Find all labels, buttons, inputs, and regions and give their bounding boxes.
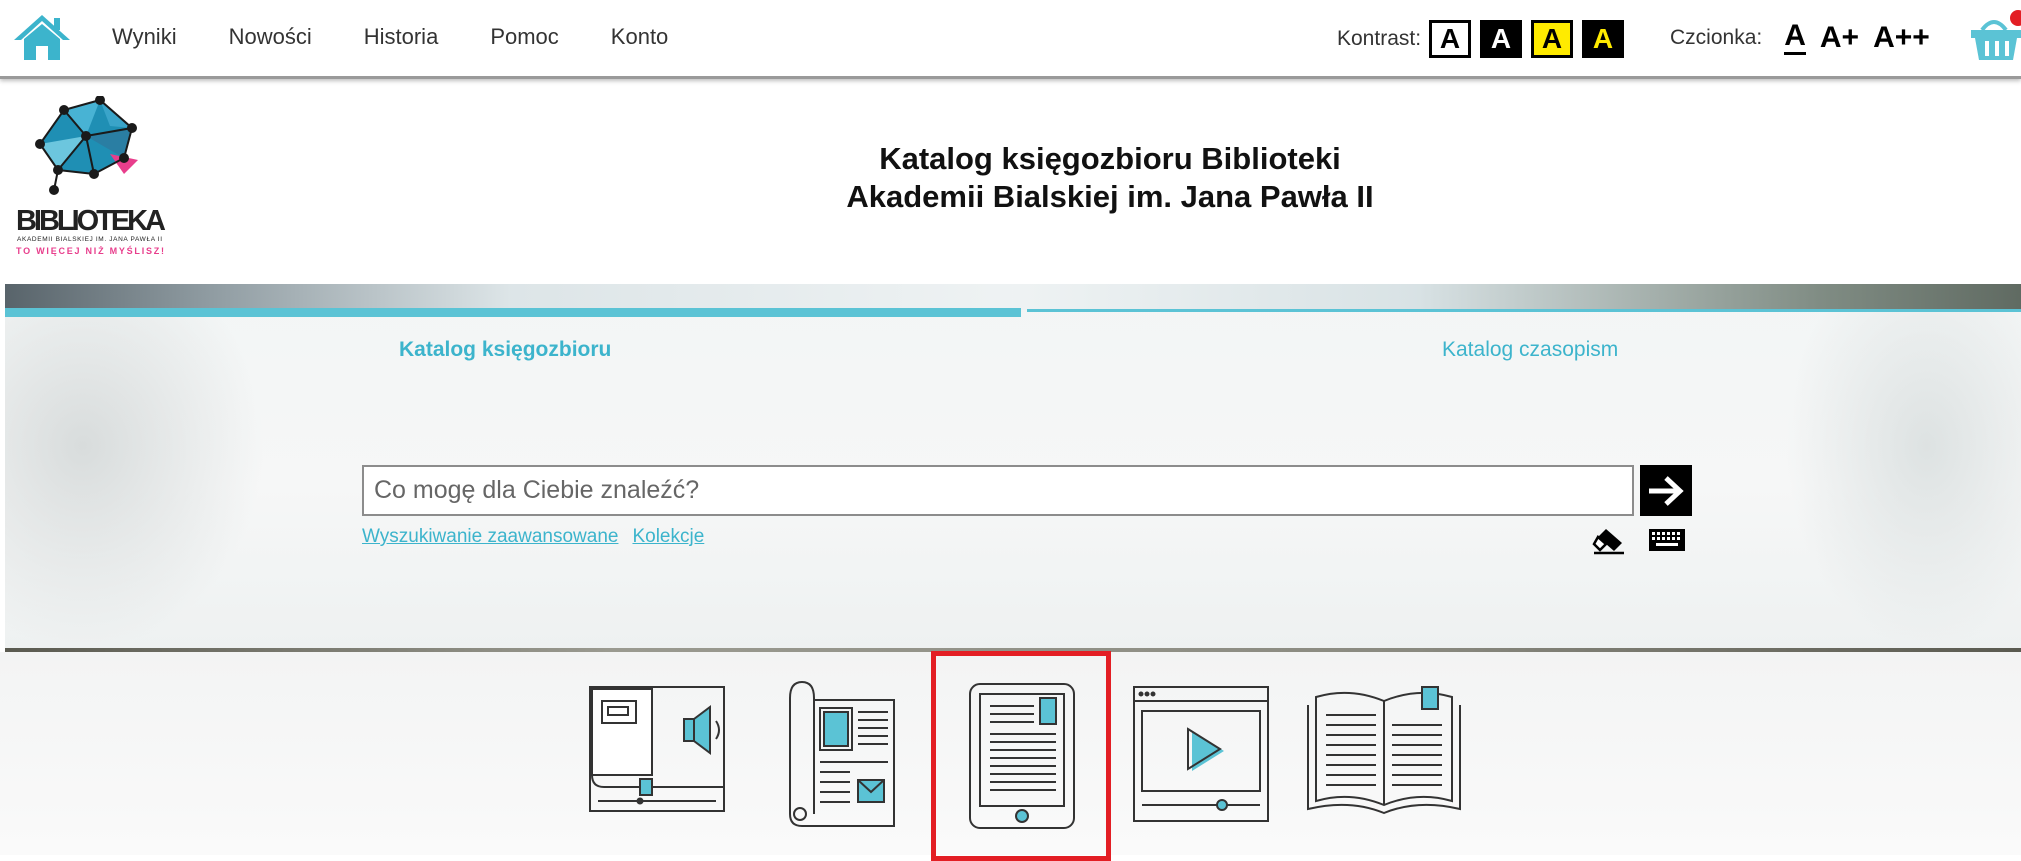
contrast-switcher: Kontrast: A A A A xyxy=(1337,20,1633,58)
collections-link[interactable]: Kolekcje xyxy=(632,526,704,547)
nav-item-konto[interactable]: Konto xyxy=(611,24,669,50)
search-button[interactable] xyxy=(1640,465,1692,516)
audiobook-icon[interactable] xyxy=(588,683,730,825)
tab-katalog-czasopism[interactable]: Katalog czasopism xyxy=(1442,338,1618,362)
page-title: Katalog księgozbioru Biblioteki Akademii… xyxy=(700,140,1520,216)
video-icon[interactable] xyxy=(1132,685,1272,825)
page-title-line2: Akademii Bialskiej im. Jana Pawła II xyxy=(846,179,1374,214)
home-icon[interactable] xyxy=(12,12,72,62)
font-size-xlarge-button[interactable]: A++ xyxy=(1873,21,1930,55)
contrast-black-white-button[interactable]: A xyxy=(1480,20,1523,58)
background-blur-left xyxy=(5,310,265,650)
contrast-black-yellow-button[interactable]: A xyxy=(1582,20,1625,58)
eraser-icon[interactable] xyxy=(1592,527,1626,555)
magazine-icon[interactable] xyxy=(780,680,900,828)
nav-item-wyniki[interactable]: Wyniki xyxy=(112,24,177,50)
decorative-banner xyxy=(5,284,2021,310)
search-links: Wyszukiwanie zaawansowane Kolekcje xyxy=(362,526,718,548)
top-navigation-bar: Wyniki Nowości Historia Pomoc Konto Kont… xyxy=(0,0,2021,79)
basket-icon[interactable] xyxy=(1968,10,2021,65)
page-title-line1: Katalog księgozbioru Biblioteki xyxy=(879,141,1341,176)
selected-type-highlight xyxy=(931,651,1111,861)
font-size-normal-button[interactable]: A xyxy=(1784,20,1806,55)
nav-item-nowosci[interactable]: Nowości xyxy=(229,24,312,50)
keyboard-icon[interactable] xyxy=(1648,527,1686,553)
contrast-label: Kontrast: xyxy=(1337,27,1422,50)
nav-item-pomoc[interactable]: Pomoc xyxy=(490,24,558,50)
contrast-yellow-black-button[interactable]: A xyxy=(1531,20,1574,58)
main-nav: Wyniki Nowości Historia Pomoc Konto xyxy=(112,24,668,50)
tab-indicator-active xyxy=(5,308,1021,317)
logo-subtitle: AKADEMII BIALSKIEJ IM. JANA PAWŁA II xyxy=(17,236,162,243)
background-blur-right xyxy=(1785,310,2021,650)
font-size-switcher: Czcionka: A A+ A++ xyxy=(1670,20,1930,55)
font-size-large-button[interactable]: A+ xyxy=(1820,21,1859,55)
book-icon[interactable] xyxy=(1306,683,1462,817)
logo-tagline: TO WIĘCEJ NIŻ MYŚLISZ! xyxy=(16,245,164,256)
arrow-right-icon xyxy=(1649,475,1684,506)
font-size-label: Czcionka: xyxy=(1670,25,1763,49)
contrast-default-button[interactable]: A xyxy=(1429,20,1472,58)
tab-indicator xyxy=(1027,309,2021,312)
nav-item-historia[interactable]: Historia xyxy=(364,24,439,50)
library-logo[interactable]: BIBLIOTEKA AKADEMII BIALSKIEJ IM. JANA P… xyxy=(14,95,174,260)
logo-name: BIBLIOTEKA xyxy=(16,205,166,237)
tab-katalog-ksiegozbioru[interactable]: Katalog księgozbioru xyxy=(399,338,611,362)
advanced-search-link[interactable]: Wyszukiwanie zaawansowane xyxy=(362,526,618,547)
search-input[interactable] xyxy=(362,465,1634,516)
